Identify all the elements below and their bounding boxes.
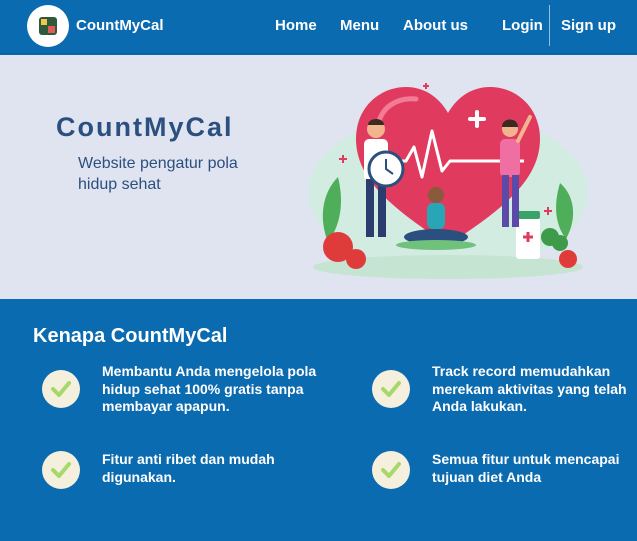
- login-button[interactable]: Login: [502, 16, 543, 36]
- apple-icon: [346, 249, 366, 269]
- feature-text: Semua fitur untuk mencapai tujuan diet A…: [432, 451, 620, 485]
- check-icon: [372, 451, 410, 489]
- features-title: Kenapa CountMyCal: [33, 325, 228, 347]
- check-icon: [42, 451, 80, 489]
- signup-button[interactable]: Sign up: [561, 16, 616, 36]
- brand-name[interactable]: CountMyCal: [76, 16, 164, 36]
- nav-divider: [549, 5, 550, 46]
- bottle-cap: [516, 211, 540, 219]
- woman-leg: [512, 175, 519, 227]
- hero-section: CountMyCal Website pengatur pola hidup s…: [0, 55, 637, 299]
- woman-body: [500, 139, 520, 177]
- apple-icon: [559, 250, 577, 268]
- logo-icon: [39, 17, 57, 35]
- man-leg: [366, 179, 374, 237]
- woman-head: [428, 187, 444, 203]
- hero-subtitle: Website pengatur pola hidup sehat: [78, 155, 238, 193]
- logo[interactable]: [27, 5, 69, 47]
- check-icon: [372, 370, 410, 408]
- nav-about-us[interactable]: About us: [403, 16, 468, 36]
- woman-leg: [502, 175, 509, 227]
- nav-menu[interactable]: Menu: [340, 16, 379, 36]
- hero-title: CountMyCal: [56, 112, 234, 142]
- navbar: CountMyCal Home Menu About us Login Sign…: [0, 0, 637, 54]
- features-section: Kenapa CountMyCal Membantu Anda mengelol…: [0, 299, 637, 541]
- sparkle-icon: [423, 83, 429, 89]
- feature-text: Track record memudahkan merekam aktivita…: [432, 363, 627, 414]
- health-illustration: [308, 83, 588, 279]
- woman-body: [427, 203, 445, 229]
- broccoli-icon: [552, 235, 568, 251]
- feature-text: Fitur anti ribet dan mudah digunakan.: [102, 451, 275, 485]
- yoga-mat: [396, 240, 476, 250]
- check-icon: [42, 370, 80, 408]
- nav-home[interactable]: Home: [275, 16, 317, 36]
- man-leg: [378, 179, 386, 237]
- feature-text: Membantu Anda mengelola pola hidup sehat…: [102, 363, 317, 414]
